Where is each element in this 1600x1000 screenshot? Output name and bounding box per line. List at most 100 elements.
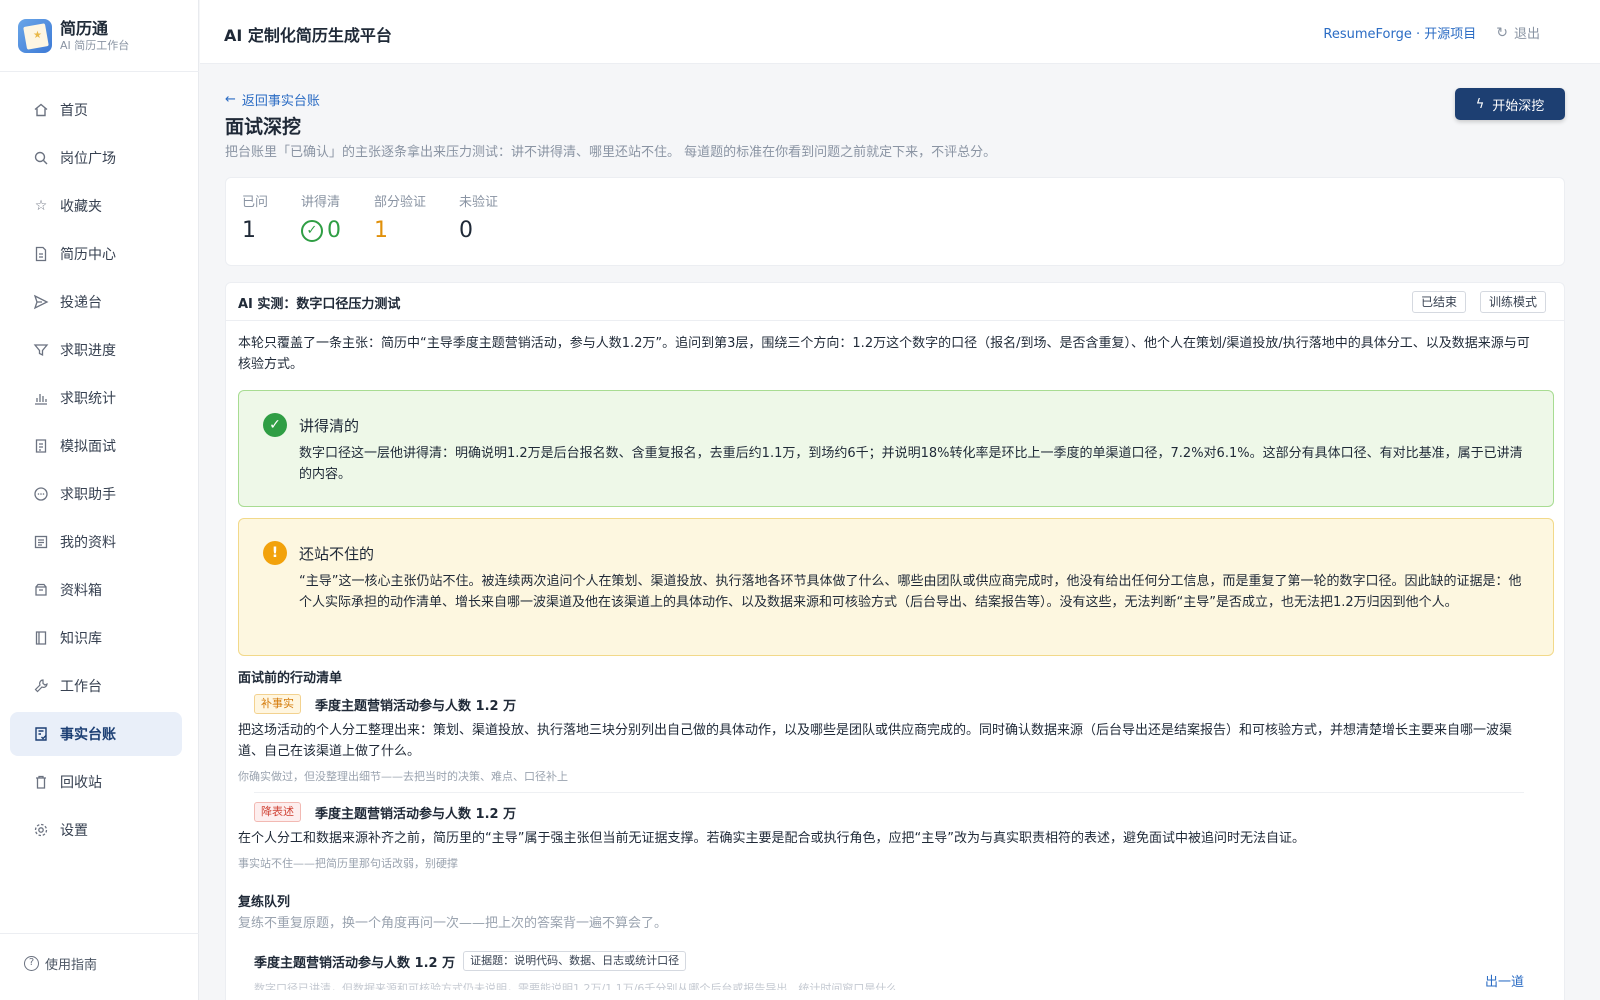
clipboard-icon (32, 437, 50, 455)
app-title: AI 定制化简历生成平台 (224, 26, 392, 45)
sidebar-item-progress[interactable]: 求职进度 (10, 328, 182, 372)
sidebar-item-workbench[interactable]: 工作台 (10, 664, 182, 708)
filter-icon (32, 341, 50, 359)
stat-value: 1 (374, 218, 388, 243)
sidebar-item-settings[interactable]: 设置 (10, 808, 182, 852)
ledger-icon (32, 725, 50, 743)
github-link[interactable]: ResumeForge · 开源项目 (1323, 23, 1476, 42)
action-title: 季度主题营销活动参与人数 1.2 万 (315, 806, 517, 822)
guide-link[interactable]: ? 使用指南 (24, 954, 97, 973)
sidebar-item-label: 工作台 (60, 679, 102, 695)
weak-points-box: ! 还站不住的 “主导”这一核心主张仍站不住。被连续两次追问个人在策划、渠道投放… (238, 518, 1554, 656)
sidebar-item-label: 我的资料 (60, 535, 116, 551)
generate-question-link[interactable]: 出一道 (1485, 971, 1524, 990)
sidebar: 简历通 AI 简历工作台 首页 岗位广场 ☆ 收藏夹 简历中心 投递台 求职进度 (0, 0, 199, 1000)
arrow-left-icon: ← (225, 92, 236, 107)
back-label: 返回事实台账 (241, 94, 320, 109)
start-deep-dive-button[interactable]: ϟ 开始深挖 (1455, 88, 1565, 120)
sidebar-item-resumes[interactable]: 简历中心 (10, 232, 182, 276)
action-body: 在个人分工和数据来源补齐之前，简历里的“主导”属于强主张但当前无证据支撑。若确实… (238, 831, 1305, 846)
sidebar-item-trash[interactable]: 回收站 (10, 760, 182, 804)
weak-points-title: 还站不住的 (299, 545, 375, 563)
send-icon (32, 293, 50, 311)
sidebar-item-label: 岗位广场 (60, 151, 116, 167)
session-card: AI 实测：数字口径压力测试 已结束 训练模式 本轮只覆盖了一条主张：简历中“主… (225, 282, 1565, 1000)
weak-points-text: “主导”这一核心主张仍站不住。被连续两次追问个人在策划、渠道投放、执行落地各环节… (299, 574, 1522, 610)
mode-badge[interactable]: 训练模式 (1479, 291, 1546, 313)
start-button-label: 开始深挖 (1492, 98, 1545, 114)
stat-value: 0 (459, 218, 473, 243)
brand[interactable]: 简历通 AI 简历工作台 (18, 17, 129, 55)
session-header: AI 实测：数字口径压力测试 已结束 训练模式 (226, 283, 1564, 321)
action-note: 事实站不住——把简历里那句话改弱，别硬撑 (238, 857, 458, 870)
divider (0, 933, 199, 934)
bar-chart-icon (32, 389, 50, 407)
help-icon: ? (24, 956, 39, 971)
session-title: AI 实测：数字口径压力测试 (238, 297, 401, 312)
sidebar-item-delivery[interactable]: 投递台 (10, 280, 182, 324)
sidebar-item-statistics[interactable]: 求职统计 (10, 376, 182, 420)
sidebar-item-knowledge[interactable]: 知识库 (10, 616, 182, 660)
warning-icon: ! (263, 541, 287, 565)
review-item: 季度主题营销活动参与人数 1.2 万 证据题：说明代码、数据、日志或统计口径 (254, 951, 1524, 971)
sidebar-item-label: 首页 (60, 103, 88, 119)
stat-value: 1 (242, 218, 256, 243)
brand-name: 简历通 (60, 19, 109, 38)
stat-label: 讲得清 (301, 195, 341, 210)
sidebar-item-fact-ledger[interactable]: 事实台账 (10, 712, 182, 756)
sidebar-item-label: 简历中心 (60, 247, 116, 263)
action-tag: 降表述 (254, 802, 301, 822)
session-summary: 本轮只覆盖了一条主张：简历中“主导季度主题营销活动，参与人数1.2万”。追问到第… (238, 336, 1530, 372)
logout-button[interactable]: ↻ 退出 (1496, 23, 1540, 43)
page-description: 把台账里「已确认」的主张逐条拿出来压力测试：讲不讲得清、哪里还站不住。 每道题的… (225, 145, 997, 160)
sidebar-item-label: 知识库 (60, 631, 102, 647)
back-link[interactable]: ← 返回事实台账 (225, 90, 320, 109)
clear-points-title: 讲得清的 (299, 417, 360, 435)
topbar: AI 定制化简历生成平台 ResumeForge · 开源项目 ↻ 退出 (200, 0, 1600, 64)
lightning-icon: ϟ (1475, 96, 1485, 112)
box-icon (32, 581, 50, 599)
stat-asked: 已问 1 (242, 191, 268, 243)
topbar-actions: ResumeForge · 开源项目 ↻ 退出 (1323, 23, 1540, 43)
sidebar-item-label: 事实台账 (60, 727, 116, 743)
stats-card: 已问 1 讲得清 ✓ 0 部分验证 1 未验证 0 (225, 177, 1565, 266)
sidebar-item-label: 设置 (60, 823, 88, 839)
sidebar-item-materials[interactable]: 资料箱 (10, 568, 182, 612)
stat-label: 未验证 (459, 195, 499, 210)
sidebar-nav: 首页 岗位广场 ☆ 收藏夹 简历中心 投递台 求职进度 求职统计 模拟面试 求职… (10, 88, 182, 856)
sidebar-item-label: 模拟面试 (60, 439, 116, 455)
clear-points-box: ✓ 讲得清的 数字口径这一层他讲得清：明确说明1.2万是后台报名数、含重复报名，… (238, 390, 1554, 507)
status-badge: 已结束 (1411, 291, 1466, 313)
logout-label: 退出 (1513, 27, 1540, 42)
sidebar-item-label: 资料箱 (60, 583, 102, 599)
action-item: 降表述 季度主题营销活动参与人数 1.2 万 在个人分工和数据来源补齐之前，简历… (238, 801, 1524, 871)
star-icon: ☆ (34, 198, 48, 214)
list-icon (32, 533, 50, 551)
evidence-tag: 证据题：说明代码、数据、日志或统计口径 (463, 951, 687, 971)
sidebar-item-profile[interactable]: 我的资料 (10, 520, 182, 564)
sidebar-item-favorites[interactable]: ☆ 收藏夹 (10, 184, 182, 228)
sidebar-item-home[interactable]: 首页 (10, 88, 182, 132)
sidebar-item-label: 回收站 (60, 775, 102, 791)
divider (254, 792, 1524, 793)
stat-label: 已问 (242, 195, 269, 210)
action-body: 把这场活动的个人分工整理出来：策划、渠道投放、执行落地三块分别列出自己做的具体动… (238, 723, 1513, 759)
action-note: 你确实做过，但没整理出细节——去把当时的决策、难点、口径补上 (238, 770, 568, 783)
home-icon (32, 101, 50, 119)
action-list-heading: 面试前的行动清单 (238, 671, 343, 686)
logo-icon (18, 19, 52, 53)
action-item: 补事实 季度主题营销活动参与人数 1.2 万 把这场活动的个人分工整理出来：策划… (238, 693, 1524, 784)
sidebar-item-mock-interview[interactable]: 模拟面试 (10, 424, 182, 468)
wrench-icon (32, 677, 50, 695)
clear-points-text: 数字口径这一层他讲得清：明确说明1.2万是后台报名数、含重复报名，去重后约1.1… (299, 446, 1523, 482)
review-item-subtext: 数字口径已讲清，但数据来源和可核验方式仍未说明，需要能说明1.2万/1.1万/6… (254, 982, 898, 990)
brand-subtitle: AI 简历工作台 (60, 39, 130, 52)
sidebar-item-label: 求职统计 (60, 391, 116, 407)
stat-clear: 讲得清 ✓ 0 (301, 191, 341, 243)
sidebar-item-assistant[interactable]: 求职助手 (10, 472, 182, 516)
sidebar-item-jobs[interactable]: 岗位广场 (10, 136, 182, 180)
stat-partial: 部分验证 1 (374, 191, 426, 243)
sidebar-item-label: 求职助手 (60, 487, 116, 503)
sidebar-item-label: 收藏夹 (60, 199, 102, 215)
divider (0, 71, 199, 72)
